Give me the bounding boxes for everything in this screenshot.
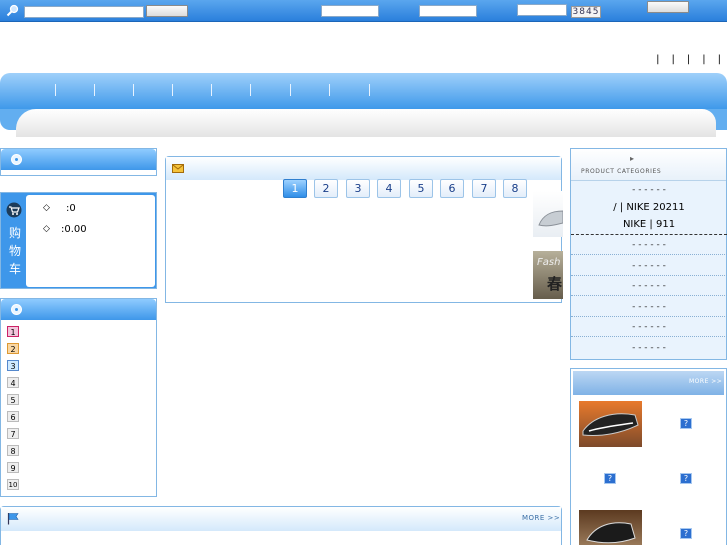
cart-icon — [6, 202, 22, 218]
category-item[interactable]: - - - - - - — [571, 317, 727, 337]
category-item[interactable]: - - - - - - — [571, 256, 727, 276]
cart-body: ◇ :0 ◇ :0.00 — [26, 195, 155, 287]
rank-badge: 4 — [7, 377, 19, 388]
more-link[interactable]: MORE >> — [522, 514, 560, 522]
rank-badge: 8 — [7, 445, 19, 456]
page-button[interactable]: 8 — [503, 179, 527, 198]
category-item[interactable]: - - - - - - — [571, 180, 727, 200]
link-sep: | — [702, 54, 706, 65]
left-panel-top — [0, 148, 157, 176]
username-field[interactable] — [321, 5, 379, 17]
panel-header: MORE >> — [1, 507, 561, 531]
image-placeholder-icon[interactable]: ? — [604, 473, 616, 484]
captcha-field[interactable] — [517, 4, 567, 16]
arrow-icon: ▸ — [630, 154, 635, 163]
product-image[interactable] — [579, 401, 642, 447]
rank-badge: 2 — [7, 343, 19, 354]
cart-side-label: 购 物 车 — [8, 224, 22, 278]
rank-badge: 9 — [7, 462, 19, 473]
link-sep: | — [656, 54, 660, 65]
password-field[interactable] — [419, 5, 477, 17]
search-input[interactable] — [24, 6, 144, 18]
top-search-bar: 3845 — [0, 0, 727, 22]
bullet-icon — [11, 304, 22, 315]
image-placeholder-icon[interactable]: ? — [680, 528, 692, 539]
nav-divider — [172, 84, 173, 96]
panel-header: MORE >> — [573, 371, 724, 395]
more-link[interactable]: MORE >> — [689, 378, 722, 385]
category-item[interactable]: - - - - - - — [571, 297, 727, 317]
cart-label-char: 购 — [8, 226, 21, 240]
rank-badge: 6 — [7, 411, 19, 422]
top-links: | | | | | — [656, 54, 721, 66]
box-icon — [172, 162, 184, 173]
nav-divider — [211, 84, 212, 96]
product-thumb[interactable] — [533, 191, 564, 237]
nav-divider — [250, 84, 251, 96]
thumb-text: Fash — [537, 257, 561, 268]
panel-header — [1, 299, 156, 320]
rank-badge: 10 — [7, 479, 19, 490]
product-thumb[interactable]: Fash 春 — [533, 251, 563, 299]
rank-badge: 3 — [7, 360, 19, 371]
page-button[interactable]: 5 — [409, 179, 433, 198]
news-panel: MORE >> — [0, 506, 562, 545]
nav-bar — [0, 73, 727, 109]
categories-header: ▸ PRODUCT CATEGORIES — [571, 149, 726, 181]
page-button[interactable]: 3 — [346, 179, 370, 198]
cart-items-count: :0 — [66, 203, 76, 214]
search-button[interactable] — [146, 5, 188, 17]
page-button[interactable]: 1 — [283, 179, 307, 198]
link-sep: | — [686, 54, 691, 65]
captcha-image: 3845 — [571, 6, 601, 18]
nav-divider — [290, 84, 291, 96]
page-button[interactable]: 4 — [377, 179, 401, 198]
categories-title: PRODUCT CATEGORIES — [581, 168, 662, 175]
image-placeholder-icon[interactable]: ? — [680, 473, 692, 484]
rank-badge: 1 — [7, 326, 19, 337]
panel-header — [166, 157, 561, 180]
image-placeholder-icon[interactable]: ? — [680, 418, 692, 429]
cart-amount: :0.00 — [61, 224, 87, 235]
diamond-icon: ◇ — [43, 224, 50, 234]
nav-divider — [329, 84, 330, 96]
cart-label-char: 物 — [8, 244, 21, 258]
nav-divider — [369, 84, 370, 96]
page-button[interactable]: 6 — [440, 179, 464, 198]
nav-divider — [133, 84, 134, 96]
page-button[interactable]: 2 — [314, 179, 338, 198]
category-item[interactable]: - - - - - - — [571, 338, 727, 358]
featured-panel: MORE >> ? ? ? ? — [570, 368, 727, 545]
cart-panel: 购 物 车 ◇ :0 ◇ :0.00 — [0, 192, 157, 289]
category-item[interactable]: NIKE | 911 — [571, 215, 727, 235]
product-image[interactable] — [579, 510, 642, 545]
nav-shelf — [16, 109, 716, 137]
bullet-icon — [11, 154, 22, 165]
nav-divider — [55, 84, 56, 96]
link-sep: | — [717, 54, 721, 65]
thumb-text: 春 — [547, 275, 563, 293]
main-nav — [0, 73, 727, 137]
category-item[interactable]: - - - - - - — [571, 276, 727, 296]
link-sep: | — [671, 54, 675, 65]
panel-header — [1, 149, 156, 170]
page-button[interactable]: 7 — [472, 179, 496, 198]
rank-badge: 5 — [7, 394, 19, 405]
login-button[interactable] — [647, 1, 689, 13]
rank-badge: 7 — [7, 428, 19, 439]
flag-icon — [7, 512, 20, 525]
category-item[interactable]: - - - - - - — [571, 235, 727, 255]
search-icon — [6, 4, 19, 17]
cart-label-char: 车 — [8, 262, 21, 276]
ranking-panel: 1 2 3 4 5 6 7 8 9 10 — [0, 298, 157, 497]
diamond-icon: ◇ — [43, 203, 50, 213]
nav-divider — [94, 84, 95, 96]
